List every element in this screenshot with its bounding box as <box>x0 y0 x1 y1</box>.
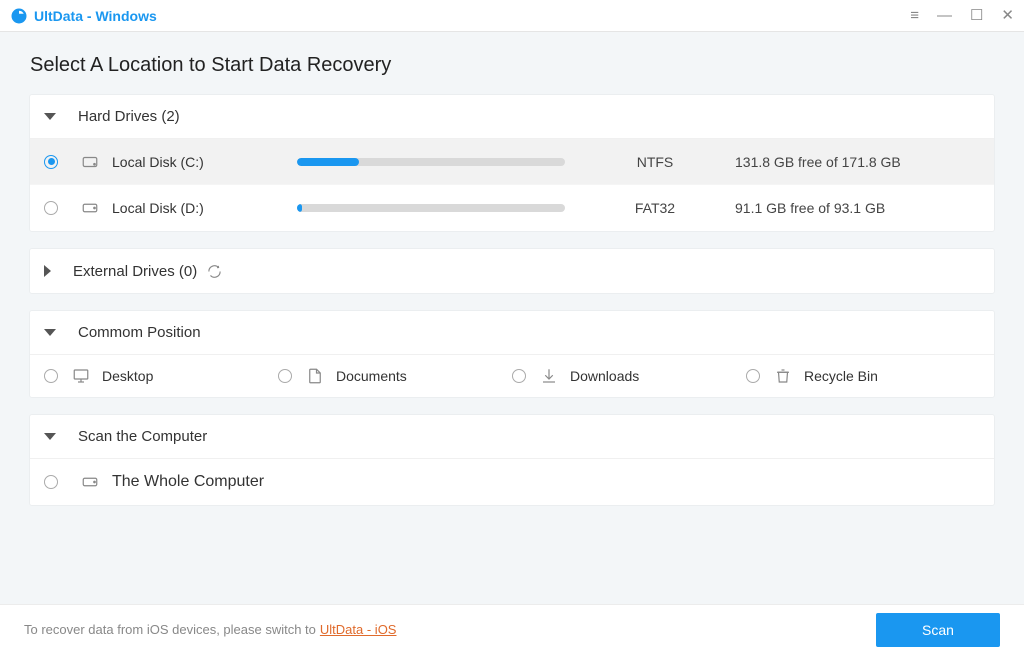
chevron-down-icon[interactable] <box>44 433 56 440</box>
drive-fs: FAT32 <box>595 200 715 216</box>
footer-prompt: To recover data from iOS devices, please… <box>24 622 316 637</box>
common-position-header[interactable]: Commom Position <box>30 311 994 355</box>
drive-free-text: 131.8 GB free of 171.8 GB <box>735 154 901 170</box>
hard-drives-panel: Hard Drives (2) Local Disk (C:) NTFS 131… <box>30 95 994 231</box>
disk-icon <box>80 198 100 218</box>
common-label: Desktop <box>102 368 153 384</box>
common-radio[interactable] <box>512 369 526 383</box>
desktop-icon <box>72 367 92 385</box>
recycle-bin-icon <box>774 367 794 385</box>
titlebar: UltData - Windows ≡ — ☐ ✕ <box>0 0 1024 32</box>
common-radio[interactable] <box>44 369 58 383</box>
drive-fs: NTFS <box>595 154 715 170</box>
drive-radio[interactable] <box>44 201 58 215</box>
disk-icon <box>80 152 100 172</box>
external-drives-title: External Drives (0) <box>73 263 197 280</box>
drive-name: Local Disk (C:) <box>112 154 297 170</box>
menu-icon[interactable]: ≡ <box>910 8 919 23</box>
drive-usage-bar <box>297 204 565 212</box>
window-title: UltData - Windows <box>34 8 157 24</box>
minimize-icon[interactable]: — <box>937 8 952 23</box>
scan-computer-title: Scan the Computer <box>78 428 207 445</box>
chevron-down-icon[interactable] <box>44 329 56 336</box>
app-logo-icon <box>10 7 28 25</box>
drive-usage-bar <box>297 158 565 166</box>
common-item-documents[interactable]: Documents <box>278 367 512 385</box>
whole-computer-row[interactable]: The Whole Computer <box>30 459 994 505</box>
scan-computer-header[interactable]: Scan the Computer <box>30 415 994 459</box>
drive-row[interactable]: Local Disk (D:) FAT32 91.1 GB free of 93… <box>30 185 994 231</box>
document-icon <box>306 367 326 385</box>
common-label: Documents <box>336 368 407 384</box>
drive-radio[interactable] <box>44 155 58 169</box>
common-item-downloads[interactable]: Downloads <box>512 367 746 385</box>
scan-computer-panel: Scan the Computer The Whole Computer <box>30 415 994 505</box>
drive-name: Local Disk (D:) <box>112 200 297 216</box>
scan-button[interactable]: Scan <box>876 613 1000 647</box>
whole-computer-radio[interactable] <box>44 475 58 489</box>
drive-row[interactable]: Local Disk (C:) NTFS 131.8 GB free of 17… <box>30 139 994 185</box>
computer-icon <box>80 472 100 492</box>
common-item-recycle-bin[interactable]: Recycle Bin <box>746 367 980 385</box>
hard-drives-title: Hard Drives (2) <box>78 108 180 125</box>
drive-free-text: 91.1 GB free of 93.1 GB <box>735 200 885 216</box>
common-item-desktop[interactable]: Desktop <box>44 367 278 385</box>
download-icon <box>540 367 560 385</box>
common-label: Recycle Bin <box>804 368 878 384</box>
footer: To recover data from iOS devices, please… <box>0 604 1024 654</box>
ultdata-ios-link[interactable]: UltData - iOS <box>320 622 397 637</box>
refresh-icon[interactable] <box>207 264 222 279</box>
hard-drives-header[interactable]: Hard Drives (2) <box>30 95 994 139</box>
chevron-right-icon[interactable] <box>44 265 51 277</box>
maximize-icon[interactable]: ☐ <box>970 8 983 23</box>
common-position-title: Commom Position <box>78 324 201 341</box>
close-icon[interactable]: ✕ <box>1001 8 1014 23</box>
external-drives-panel: External Drives (0) <box>30 249 994 293</box>
page-title: Select A Location to Start Data Recovery <box>30 54 994 77</box>
external-drives-header[interactable]: External Drives (0) <box>30 249 994 293</box>
common-radio[interactable] <box>278 369 292 383</box>
window-controls: ≡ — ☐ ✕ <box>910 8 1014 23</box>
common-position-panel: Commom Position Desktop Documents <box>30 311 994 397</box>
common-radio[interactable] <box>746 369 760 383</box>
chevron-down-icon[interactable] <box>44 113 56 120</box>
common-label: Downloads <box>570 368 639 384</box>
whole-computer-label: The Whole Computer <box>112 473 264 491</box>
